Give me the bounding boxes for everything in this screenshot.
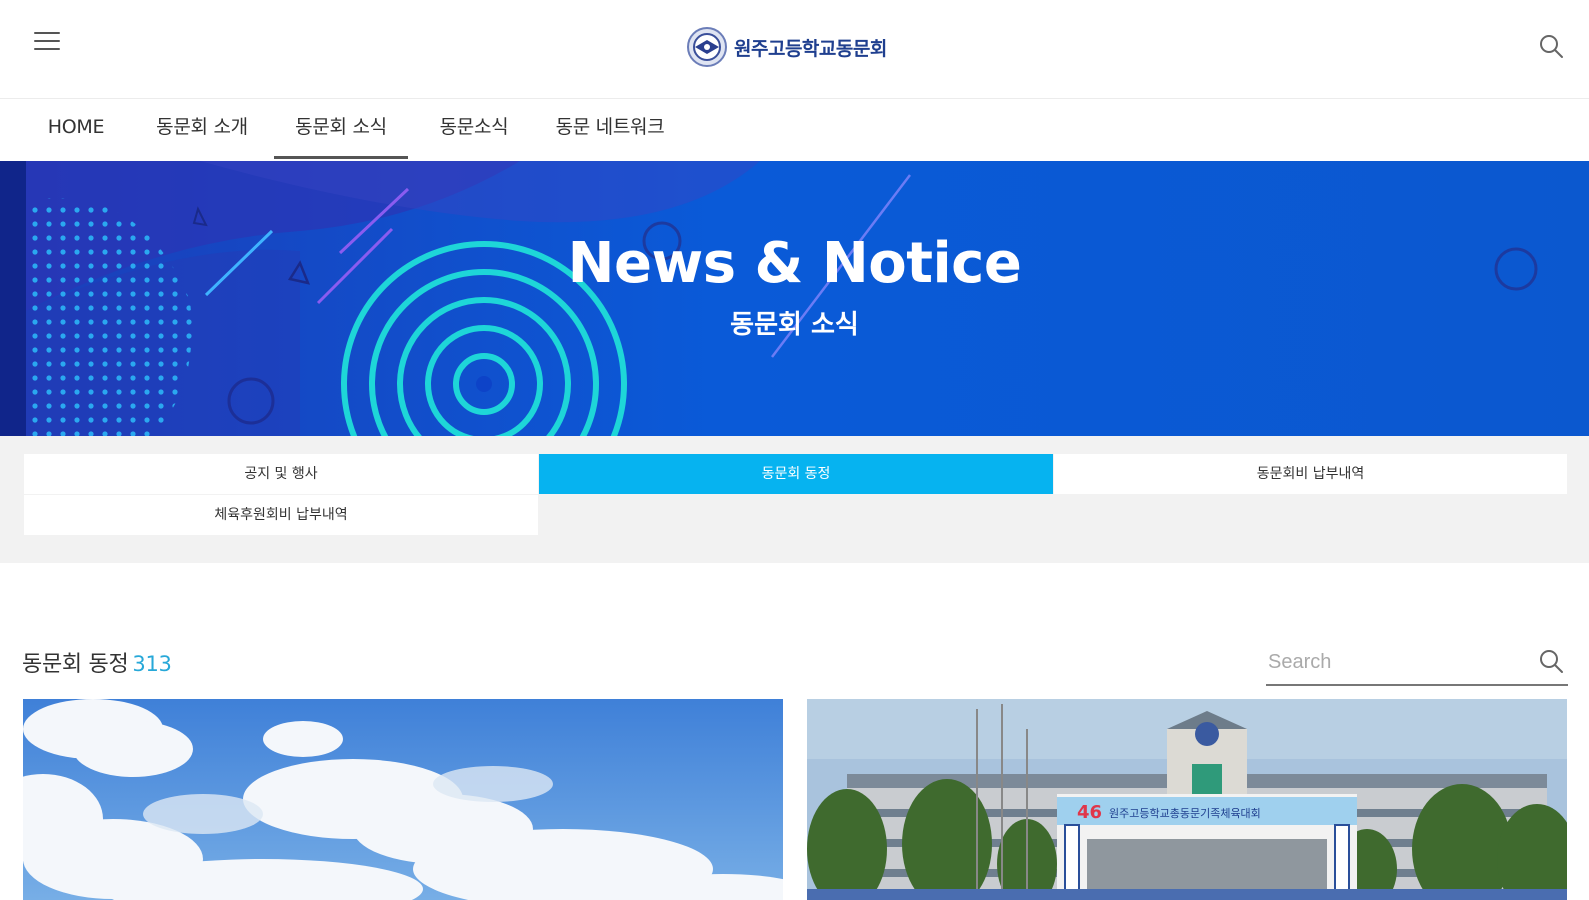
school-emblem-icon bbox=[687, 27, 727, 67]
card-banner-text: 원주고등학교총동문기족체육대회 bbox=[1109, 807, 1261, 820]
search-icon[interactable] bbox=[1538, 648, 1564, 674]
sub-tab-bar: 공지 및 행사 동문회 동정 동문회비 납부내역 체육후원회비 납부내역 bbox=[0, 436, 1589, 563]
section-title: 동문회 동정 313 bbox=[22, 646, 172, 678]
main-nav: HOME 동문회 소개 동문회 소식 동문소식 동문 네트워크 bbox=[0, 99, 1589, 161]
logo-text: 원주고등학교동문회 bbox=[734, 37, 887, 60]
school-building-photo: 46 원주고등학교총동문기족체육대회 bbox=[807, 699, 1567, 900]
board-search bbox=[1266, 638, 1568, 686]
nav-item-network[interactable]: 동문 네트워크 bbox=[540, 99, 680, 159]
subtab-alumni-fee-payments[interactable]: 동문회비 납부내역 bbox=[1054, 454, 1567, 494]
subtab-alumni-activities[interactable]: 동문회 동정 bbox=[539, 454, 1053, 494]
search-input[interactable] bbox=[1266, 646, 1530, 678]
search-icon[interactable] bbox=[1538, 33, 1564, 59]
nav-item-news[interactable]: 동문회 소식 bbox=[274, 99, 408, 159]
nav-item-home[interactable]: HOME bbox=[24, 99, 128, 159]
section-title-text: 동문회 동정 bbox=[22, 652, 129, 677]
banner-subtitle: 동문회 소식 bbox=[730, 310, 859, 340]
sky-photo bbox=[23, 699, 783, 900]
post-count: 313 bbox=[132, 652, 172, 676]
hamburger-menu-icon[interactable] bbox=[34, 32, 60, 54]
subtab-notice-events[interactable]: 공지 및 행사 bbox=[24, 454, 538, 494]
subtab-sports-fee-payments[interactable]: 체육후원회비 납부내역 bbox=[24, 495, 538, 535]
site-header: 원주고등학교동문회 bbox=[0, 0, 1589, 99]
nav-item-about[interactable]: 동문회 소개 bbox=[140, 99, 264, 159]
post-card-image[interactable]: 46 원주고등학교총동문기족체육대회 bbox=[807, 699, 1567, 900]
site-logo[interactable]: 원주고등학교동문회 bbox=[686, 26, 887, 68]
nav-item-alumni-news[interactable]: 동문소식 bbox=[418, 99, 530, 159]
hero-banner: News & Notice 동문회 소식 bbox=[0, 161, 1589, 436]
banner-background bbox=[0, 161, 1589, 436]
banner-title: News & Notice bbox=[567, 231, 1022, 296]
post-card-image[interactable] bbox=[23, 699, 783, 900]
card-banner-number: 46 bbox=[1077, 802, 1102, 823]
